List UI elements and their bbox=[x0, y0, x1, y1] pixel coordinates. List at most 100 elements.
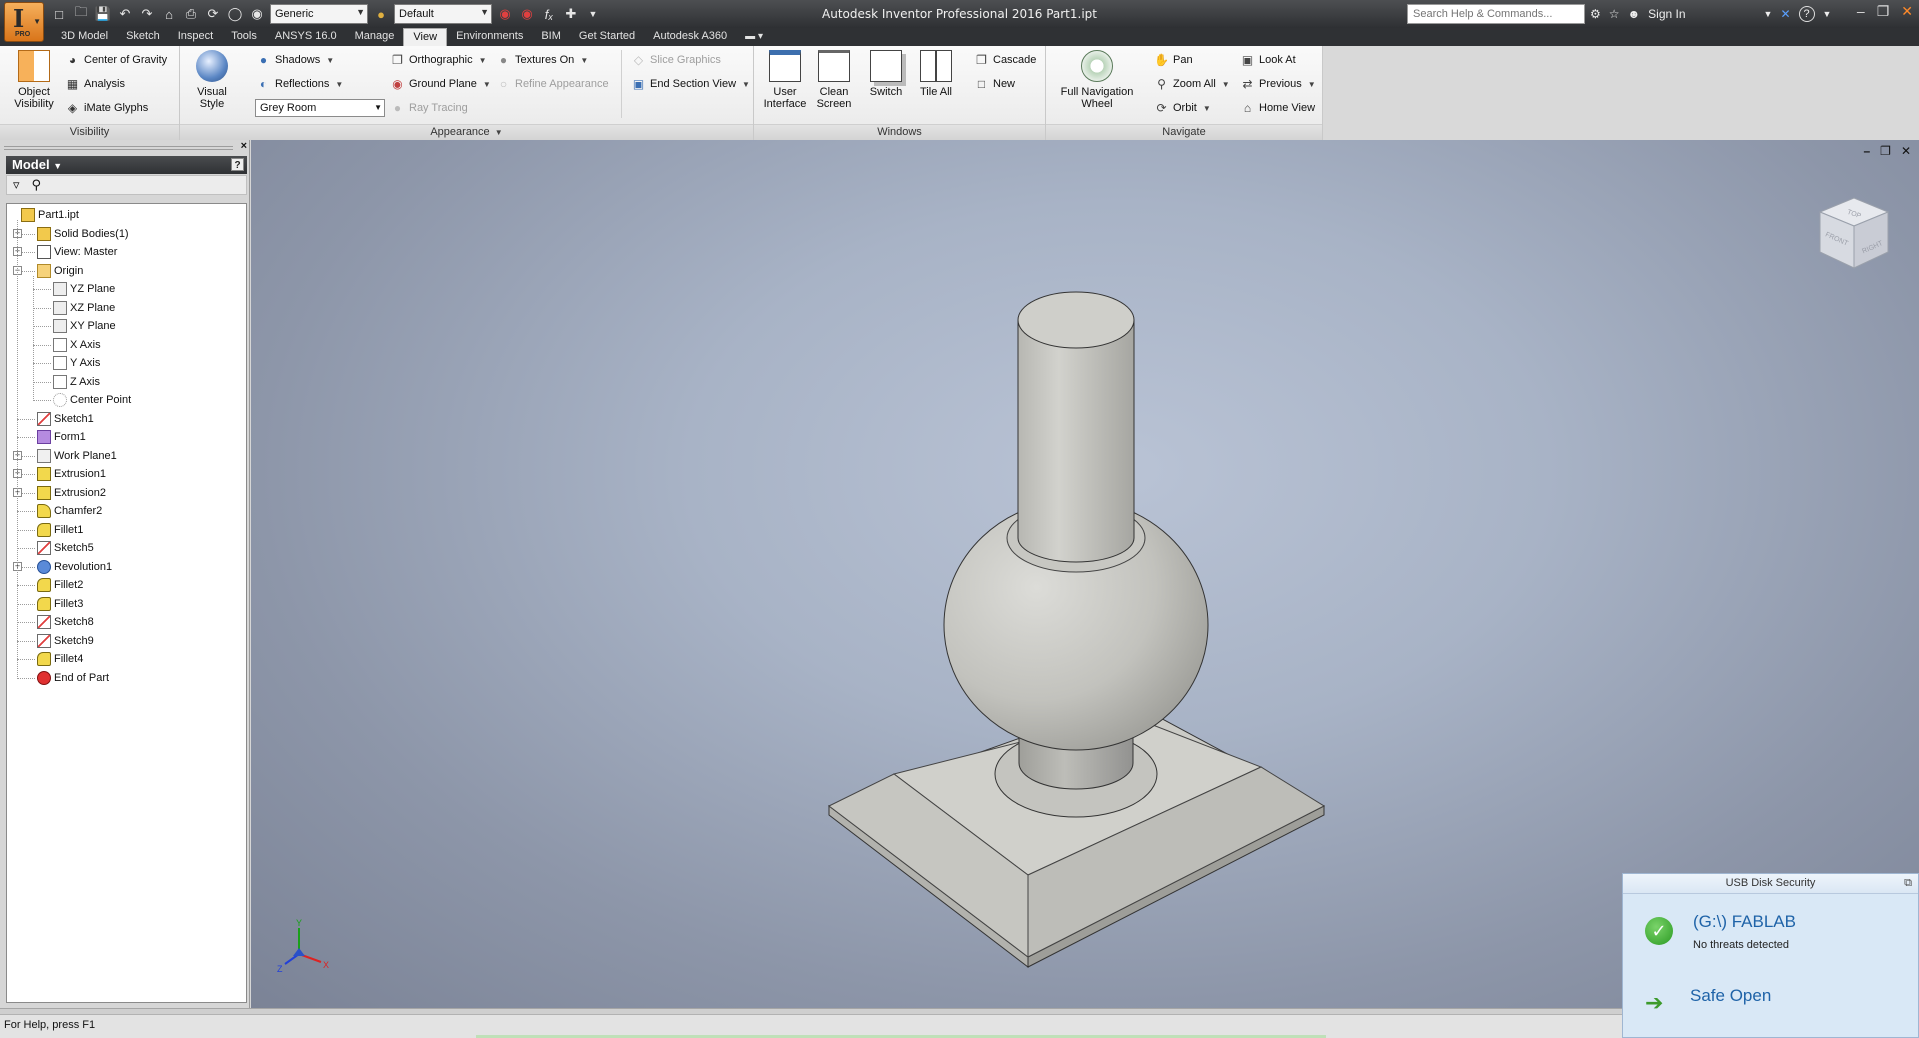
help-icon[interactable]: ? bbox=[231, 158, 244, 171]
tree-node-label: Fillet3 bbox=[54, 597, 84, 610]
clean-screen-button[interactable]: Clean Screen bbox=[812, 50, 856, 110]
tree-node[interactable]: View: Master bbox=[37, 243, 117, 261]
previous-view-button[interactable]: ⇄ Previous ▼ bbox=[1240, 75, 1315, 93]
close-icon[interactable]: ⧉ bbox=[1904, 877, 1912, 890]
tree-node[interactable]: Origin bbox=[37, 262, 83, 280]
star-icon[interactable]: ☆ bbox=[1609, 7, 1620, 21]
tree-connector bbox=[17, 640, 35, 642]
tab-get-started[interactable]: Get Started bbox=[570, 28, 644, 46]
tile-all-button[interactable]: Tile All bbox=[916, 50, 956, 98]
orbit-button[interactable]: ⟳ Orbit ▼ bbox=[1154, 99, 1210, 117]
center-of-gravity-icon: ◕ bbox=[68, 53, 77, 67]
tab-bim[interactable]: BIM bbox=[532, 28, 570, 46]
reflections-button[interactable]: ◐ Reflections ▼ bbox=[256, 75, 343, 93]
tree-node-label: Sketch8 bbox=[54, 616, 94, 628]
tab-environments[interactable]: Environments bbox=[447, 28, 532, 46]
user-interface-button[interactable]: User Interface bbox=[760, 50, 810, 110]
cascade-button[interactable]: ❐ Cascade bbox=[974, 51, 1036, 69]
center-of-gravity-button[interactable]: ◕ Center of Gravity bbox=[65, 51, 167, 69]
tree-node[interactable]: Form1 bbox=[37, 428, 86, 446]
tree-node[interactable]: Work Plane1 bbox=[37, 447, 117, 465]
look-at-button[interactable]: ▣ Look At bbox=[1240, 51, 1296, 69]
ground-plane-button[interactable]: ◉ Ground Plane ▼ bbox=[390, 75, 491, 93]
tree-node-label: Y Axis bbox=[70, 357, 101, 369]
new-window-button[interactable]: □ New bbox=[974, 75, 1015, 93]
safe-open-button[interactable]: Safe Open bbox=[1690, 986, 1771, 1006]
shadows-button[interactable]: ● Shadows ▼ bbox=[256, 51, 334, 69]
minimize-icon[interactable]: – bbox=[1857, 3, 1865, 20]
panel-appearance-label-bar[interactable]: Appearance ▼ bbox=[180, 124, 753, 140]
tree-node[interactable]: Fillet4 bbox=[37, 650, 83, 668]
close-icon[interactable]: ✕ bbox=[1901, 3, 1913, 20]
chamfer-icon bbox=[37, 504, 51, 518]
tree-node[interactable]: X Axis bbox=[53, 336, 101, 354]
sign-in-button[interactable]: Sign In bbox=[1648, 7, 1685, 21]
binoculars-icon[interactable]: ⚙ bbox=[1590, 7, 1601, 21]
tree-node-label: Part1.ipt bbox=[38, 209, 79, 221]
viewcube[interactable]: TOP FRONT RIGHT bbox=[1814, 194, 1894, 278]
tree-node[interactable]: Fillet3 bbox=[37, 595, 83, 613]
orthographic-button[interactable]: ❐ Orthographic ▼ bbox=[390, 51, 486, 69]
tree-node[interactable]: End of Part bbox=[37, 669, 109, 687]
imate-glyphs-button[interactable]: ◈ iMate Glyphs bbox=[65, 99, 148, 117]
tree-node[interactable]: Y Axis bbox=[53, 354, 100, 372]
chevron-down-icon[interactable]: ▼ bbox=[1823, 9, 1832, 19]
tree-node[interactable]: Chamfer2 bbox=[37, 502, 102, 520]
tree-node[interactable]: Center Point bbox=[53, 391, 131, 409]
tree-node[interactable]: XY Plane bbox=[53, 317, 116, 335]
chevron-down-icon: ▼ bbox=[326, 55, 335, 65]
home-view-button[interactable]: ⌂ Home View bbox=[1240, 99, 1315, 117]
pan-button[interactable]: ✋ Pan bbox=[1154, 51, 1193, 69]
environment-select[interactable]: Grey Room ▼ bbox=[255, 99, 385, 117]
tree-node[interactable]: XZ Plane bbox=[53, 299, 115, 317]
tree-node[interactable]: Sketch9 bbox=[37, 632, 94, 650]
filter-icon[interactable]: ▿ bbox=[13, 177, 20, 193]
shadows-icon: ● bbox=[259, 53, 268, 67]
end-section-view-button[interactable]: ▣ End Section View ▼ bbox=[631, 75, 750, 93]
tree-node[interactable]: Extrusion1 bbox=[37, 465, 106, 483]
tree-node[interactable]: YZ Plane bbox=[53, 280, 115, 298]
tree-node[interactable]: Extrusion2 bbox=[37, 484, 106, 502]
tree-node[interactable]: Sketch5 bbox=[37, 539, 94, 557]
restore-icon[interactable]: ❐ bbox=[1877, 3, 1890, 20]
browser-header[interactable]: Model ▼ ? bbox=[6, 156, 247, 174]
tab-manage[interactable]: Manage bbox=[346, 28, 404, 46]
tab-sketch[interactable]: Sketch bbox=[117, 28, 169, 46]
tab-overflow-icon[interactable]: ▬ ▾ bbox=[736, 28, 772, 46]
usb-drive-label[interactable]: (G:\) FABLAB bbox=[1693, 912, 1796, 932]
new-window-icon: □ bbox=[977, 77, 986, 91]
help-icon[interactable]: ? bbox=[1798, 6, 1815, 22]
tab-autodesk-a360[interactable]: Autodesk A360 bbox=[644, 28, 736, 46]
tab-view[interactable]: View bbox=[403, 28, 448, 46]
application-menu-button[interactable]: I PRO ▼ bbox=[4, 2, 44, 42]
visual-style-button[interactable]: Visual Style bbox=[186, 50, 238, 110]
tree-node[interactable]: Fillet2 bbox=[37, 576, 83, 594]
look-at-icon: ▣ bbox=[1241, 53, 1254, 67]
tree-node[interactable]: Sketch8 bbox=[37, 613, 94, 631]
tree-node[interactable]: Part1.ipt bbox=[21, 206, 79, 224]
app-edition-label: PRO bbox=[15, 31, 31, 38]
exchange-apps-icon[interactable]: ✕ bbox=[1780, 7, 1790, 21]
tab-3d-model[interactable]: 3D Model bbox=[52, 28, 117, 46]
search-input[interactable] bbox=[1407, 4, 1585, 24]
tree-node[interactable]: Solid Bodies(1) bbox=[37, 225, 129, 243]
close-icon[interactable]: × bbox=[241, 140, 247, 152]
tree-node[interactable]: Sketch1 bbox=[37, 410, 94, 428]
tree-node[interactable]: Fillet1 bbox=[37, 521, 83, 539]
binoculars-icon[interactable]: ⚲ bbox=[32, 177, 42, 193]
full-navigation-wheel-button[interactable]: Full Navigation Wheel bbox=[1052, 50, 1142, 110]
browser-grip[interactable]: × bbox=[4, 140, 247, 153]
ground-plane-label: Ground Plane bbox=[409, 78, 477, 90]
tree-node[interactable]: Revolution1 bbox=[37, 558, 112, 576]
analysis-button[interactable]: ▦ Analysis bbox=[65, 75, 125, 93]
object-visibility-button[interactable]: Object Visibility bbox=[6, 50, 62, 110]
tree-node[interactable]: Z Axis bbox=[53, 373, 100, 391]
switch-button[interactable]: Switch bbox=[866, 50, 906, 98]
textures-on-button[interactable]: ● Textures On ▼ bbox=[496, 51, 588, 69]
tab-tools[interactable]: Tools bbox=[222, 28, 266, 46]
zoom-all-button[interactable]: ⚲ Zoom All ▼ bbox=[1154, 75, 1230, 93]
tab-inspect[interactable]: Inspect bbox=[169, 28, 222, 46]
full-navigation-wheel-label: Full Navigation Wheel bbox=[1060, 86, 1134, 110]
chevron-down-icon[interactable]: ▼ bbox=[1764, 9, 1773, 19]
tab-ansys-16-0[interactable]: ANSYS 16.0 bbox=[266, 28, 346, 46]
